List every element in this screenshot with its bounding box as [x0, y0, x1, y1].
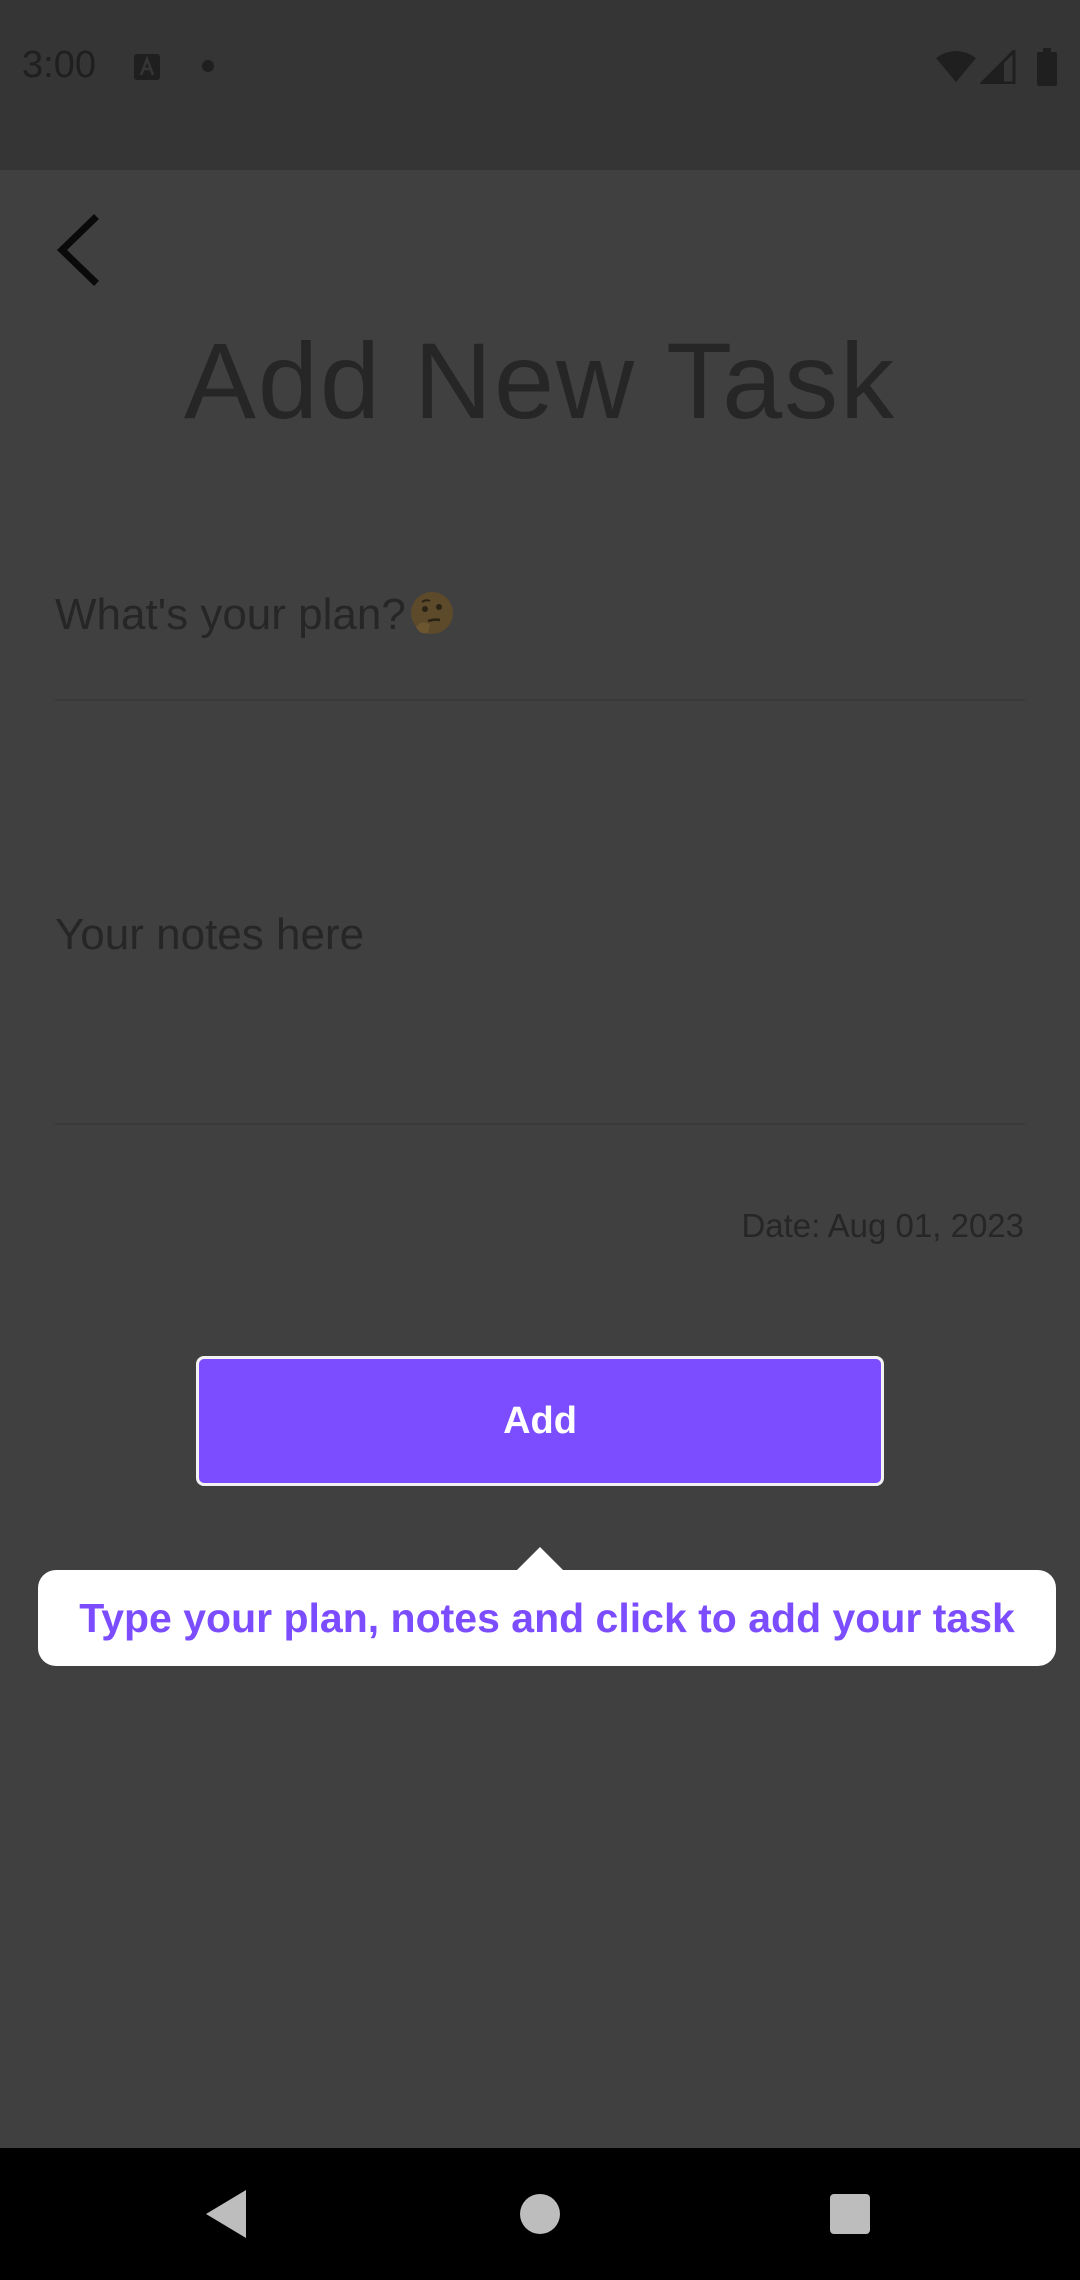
chevron-left-icon: [56, 214, 99, 286]
date-label[interactable]: Date: Aug 01, 2023: [741, 1207, 1024, 1245]
battery-icon: [1037, 48, 1057, 86]
notification-dot-icon: [202, 60, 214, 72]
notes-input[interactable]: Your notes here: [55, 880, 1025, 1125]
nav-recents-icon[interactable]: [830, 2194, 870, 2234]
add-button-label: Add: [503, 1399, 577, 1442]
plan-placeholder: What's your plan?: [55, 589, 456, 640]
wifi-icon: [936, 51, 976, 82]
back-button[interactable]: [40, 205, 120, 295]
nav-home-icon[interactable]: [520, 2194, 560, 2234]
status-bar: 3:00: [0, 0, 1080, 170]
notes-placeholder: Your notes here: [55, 910, 365, 959]
plan-placeholder-text: What's your plan?: [55, 590, 406, 639]
tooltip-arrow: [516, 1547, 564, 1571]
nav-back-icon[interactable]: [202, 2188, 250, 2240]
thinking-face-icon: [410, 592, 453, 634]
plan-input[interactable]: What's your plan?: [55, 575, 1025, 701]
navigation-bar: [0, 2148, 1080, 2280]
tooltip-text: Type your plan, notes and click to add y…: [79, 1594, 1015, 1641]
coach-tooltip[interactable]: Type your plan, notes and click to add y…: [38, 1570, 1056, 1666]
text-a-icon: [134, 54, 160, 80]
app-screen: 3:00 Add New Task What's your plan? Your…: [0, 0, 1080, 2280]
signal-icon: [980, 50, 1016, 84]
add-button[interactable]: Add: [196, 1356, 884, 1486]
status-time: 3:00: [22, 44, 96, 86]
page-title: Add New Task: [183, 320, 897, 441]
